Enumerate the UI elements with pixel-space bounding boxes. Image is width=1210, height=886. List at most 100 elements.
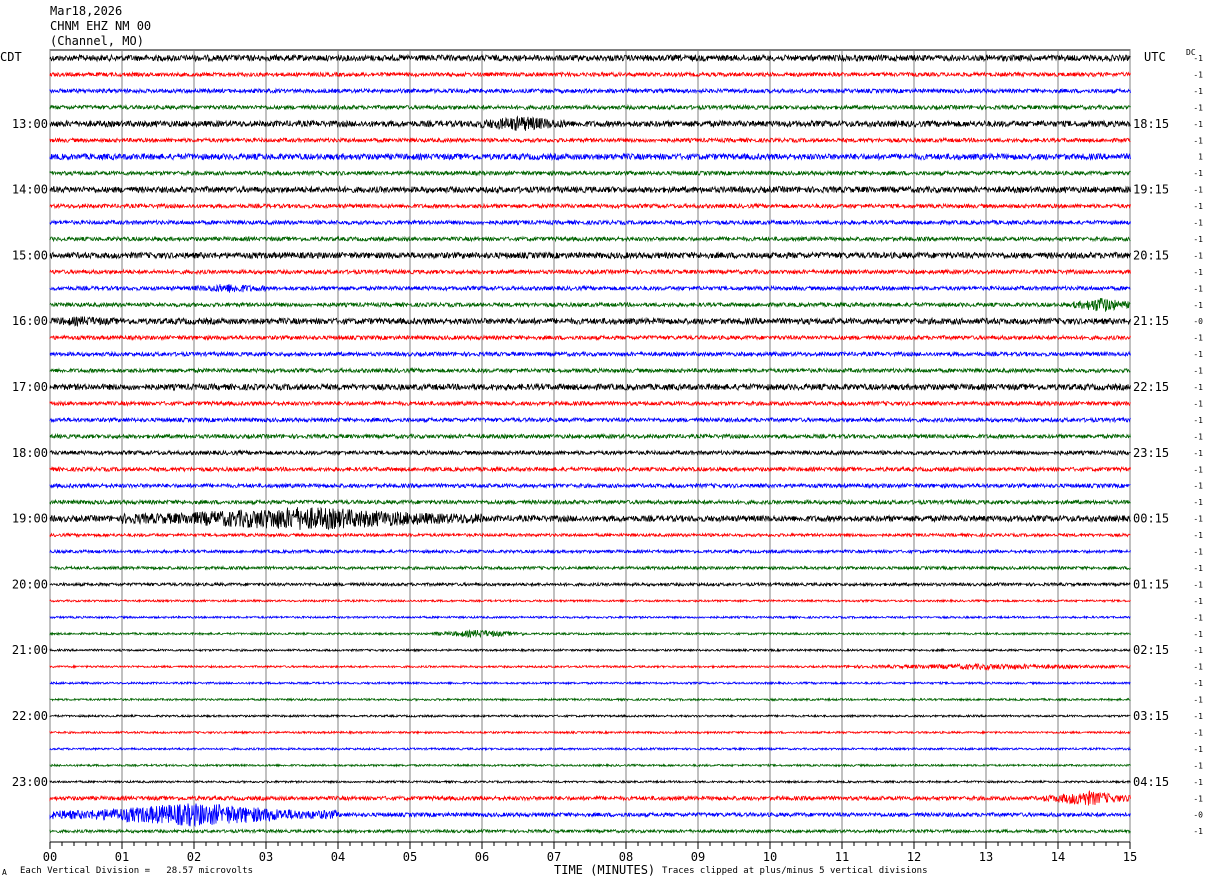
dc-offset-label: -1 (1193, 136, 1203, 145)
trace-row-18 (49, 350, 1131, 358)
trace-row-12 (49, 251, 1131, 260)
trace-row-41 (49, 729, 1131, 735)
dc-offset-label: -1 (1193, 70, 1203, 79)
trace-row-15 (49, 298, 1131, 312)
dc-offset-label: -1 (1193, 416, 1203, 425)
dc-offset-label: -1 (1193, 712, 1203, 721)
trace-row-9 (49, 202, 1131, 210)
dc-offset-label: -1 (1193, 334, 1203, 343)
trace-layer (49, 53, 1131, 835)
dc-offset-label: -1 (1193, 778, 1203, 787)
left-timezone-label: CDT (0, 50, 22, 64)
trace-row-19 (49, 367, 1131, 374)
trace-row-21 (49, 399, 1131, 407)
trace-row-5 (49, 136, 1131, 144)
left-hour-label: 20:00 (12, 577, 48, 591)
x-tick-label: 01 (115, 850, 129, 864)
trace-row-33 (49, 598, 1131, 604)
trace-row-24 (49, 449, 1131, 457)
right-timezone-label: UTC (1144, 50, 1166, 64)
x-tick-label: 09 (691, 850, 705, 864)
trace-row-27 (49, 498, 1131, 506)
x-tick-label: 07 (547, 850, 561, 864)
right-hour-label: 20:15 (1133, 248, 1169, 262)
x-axis-title: TIME (MINUTES) (554, 863, 656, 877)
trace-row-13 (49, 268, 1131, 276)
dc-offset-label: -1 (1193, 465, 1203, 474)
left-hour-label: 17:00 (12, 380, 48, 394)
dc-offset-label: -1 (1193, 87, 1203, 96)
trace-row-10 (49, 218, 1131, 227)
left-hour-label: 18:00 (12, 446, 48, 460)
left-hour-label: 15:00 (12, 248, 48, 262)
corner-mark: A (2, 868, 7, 877)
x-tick-label: 03 (259, 850, 273, 864)
dc-offset-label: -1 (1193, 613, 1203, 622)
trace-row-11 (49, 235, 1131, 243)
left-hour-label: 16:00 (12, 314, 48, 328)
dc-offset-label: -1 (1193, 515, 1203, 524)
left-hour-label: 22:00 (12, 709, 48, 723)
x-tick-label: 12 (907, 850, 921, 864)
x-tick-label: 15 (1123, 850, 1137, 864)
trace-row-0 (49, 53, 1131, 63)
dc-offset-label: -0 (1193, 811, 1203, 820)
trace-row-16 (49, 316, 1131, 328)
left-hour-label: 13:00 (12, 117, 48, 131)
right-hour-label: 04:15 (1133, 775, 1169, 789)
dc-offset-label: -1 (1193, 564, 1203, 573)
trace-row-1 (49, 70, 1131, 78)
trace-row-2 (49, 87, 1131, 95)
trace-row-40 (49, 713, 1131, 719)
dc-offset-label: -1 (1193, 367, 1203, 376)
trace-row-8 (49, 185, 1131, 195)
trace-row-29 (49, 532, 1131, 539)
dc-offset-label: -1 (1193, 350, 1203, 359)
trace-row-25 (49, 465, 1131, 473)
dc-offset-label: -1 (1193, 630, 1203, 639)
plot-frame (49, 49, 1131, 843)
scale-note: Each Vertical Division = 28.57 microvolt… (20, 866, 253, 876)
right-hour-label: 00:15 (1133, 512, 1169, 526)
x-tick-label: 10 (763, 850, 777, 864)
dc-offset-label: -1 (1193, 728, 1203, 737)
trace-row-22 (49, 416, 1131, 424)
trace-row-47 (49, 828, 1131, 835)
helicorder-plot: 00 01 02 03 04 05 06 07 08 09 10 11 12 13 14 15 -1 -1 -1 -1… (12, 49, 1203, 864)
dc-offset-label: -1 (1193, 284, 1203, 293)
left-hour-label: 14:00 (12, 183, 48, 197)
trace-row-31 (49, 564, 1131, 571)
dc-offset-label: -1 (1193, 761, 1203, 770)
trace-row-17 (49, 334, 1131, 342)
trace-row-30 (49, 548, 1131, 555)
right-hour-label: 23:15 (1133, 446, 1169, 460)
dc-offset-label: -1 (1193, 580, 1203, 589)
trace-row-6 (49, 152, 1131, 162)
dc-offset-label: -1 (1193, 449, 1203, 458)
left-hour-label: 19:00 (12, 512, 48, 526)
dc-offset-label: -1 (1193, 235, 1203, 244)
right-hour-label: 19:15 (1133, 183, 1169, 197)
dc-offset-label: -1 (1193, 548, 1203, 557)
left-hour-label: 23:00 (12, 775, 48, 789)
x-tick-label: 11 (835, 850, 849, 864)
dc-offset-label: -1 (1193, 597, 1203, 606)
trace-row-36 (49, 647, 1131, 653)
dc-offset-label: -1 (1193, 432, 1203, 441)
x-tick-label: 13 (979, 850, 993, 864)
trace-row-43 (49, 762, 1131, 768)
left-hour-label: 21:00 (12, 643, 48, 657)
trace-row-34 (49, 614, 1131, 620)
dc-offset-label: -0 (1193, 317, 1203, 326)
dc-label: DC (1186, 48, 1196, 57)
trace-row-37 (49, 662, 1131, 671)
x-tick-label: 02 (187, 850, 201, 864)
dc-offset-label: 1 (1198, 153, 1203, 162)
x-tick-label: 06 (475, 850, 489, 864)
dc-offset-label: -1 (1193, 301, 1203, 310)
x-tick-label: 04 (331, 850, 345, 864)
x-tick-label: 14 (1051, 850, 1065, 864)
dc-offset-label: -1 (1193, 498, 1203, 507)
right-hour-label: 18:15 (1133, 117, 1169, 131)
trace-row-32 (49, 581, 1131, 588)
